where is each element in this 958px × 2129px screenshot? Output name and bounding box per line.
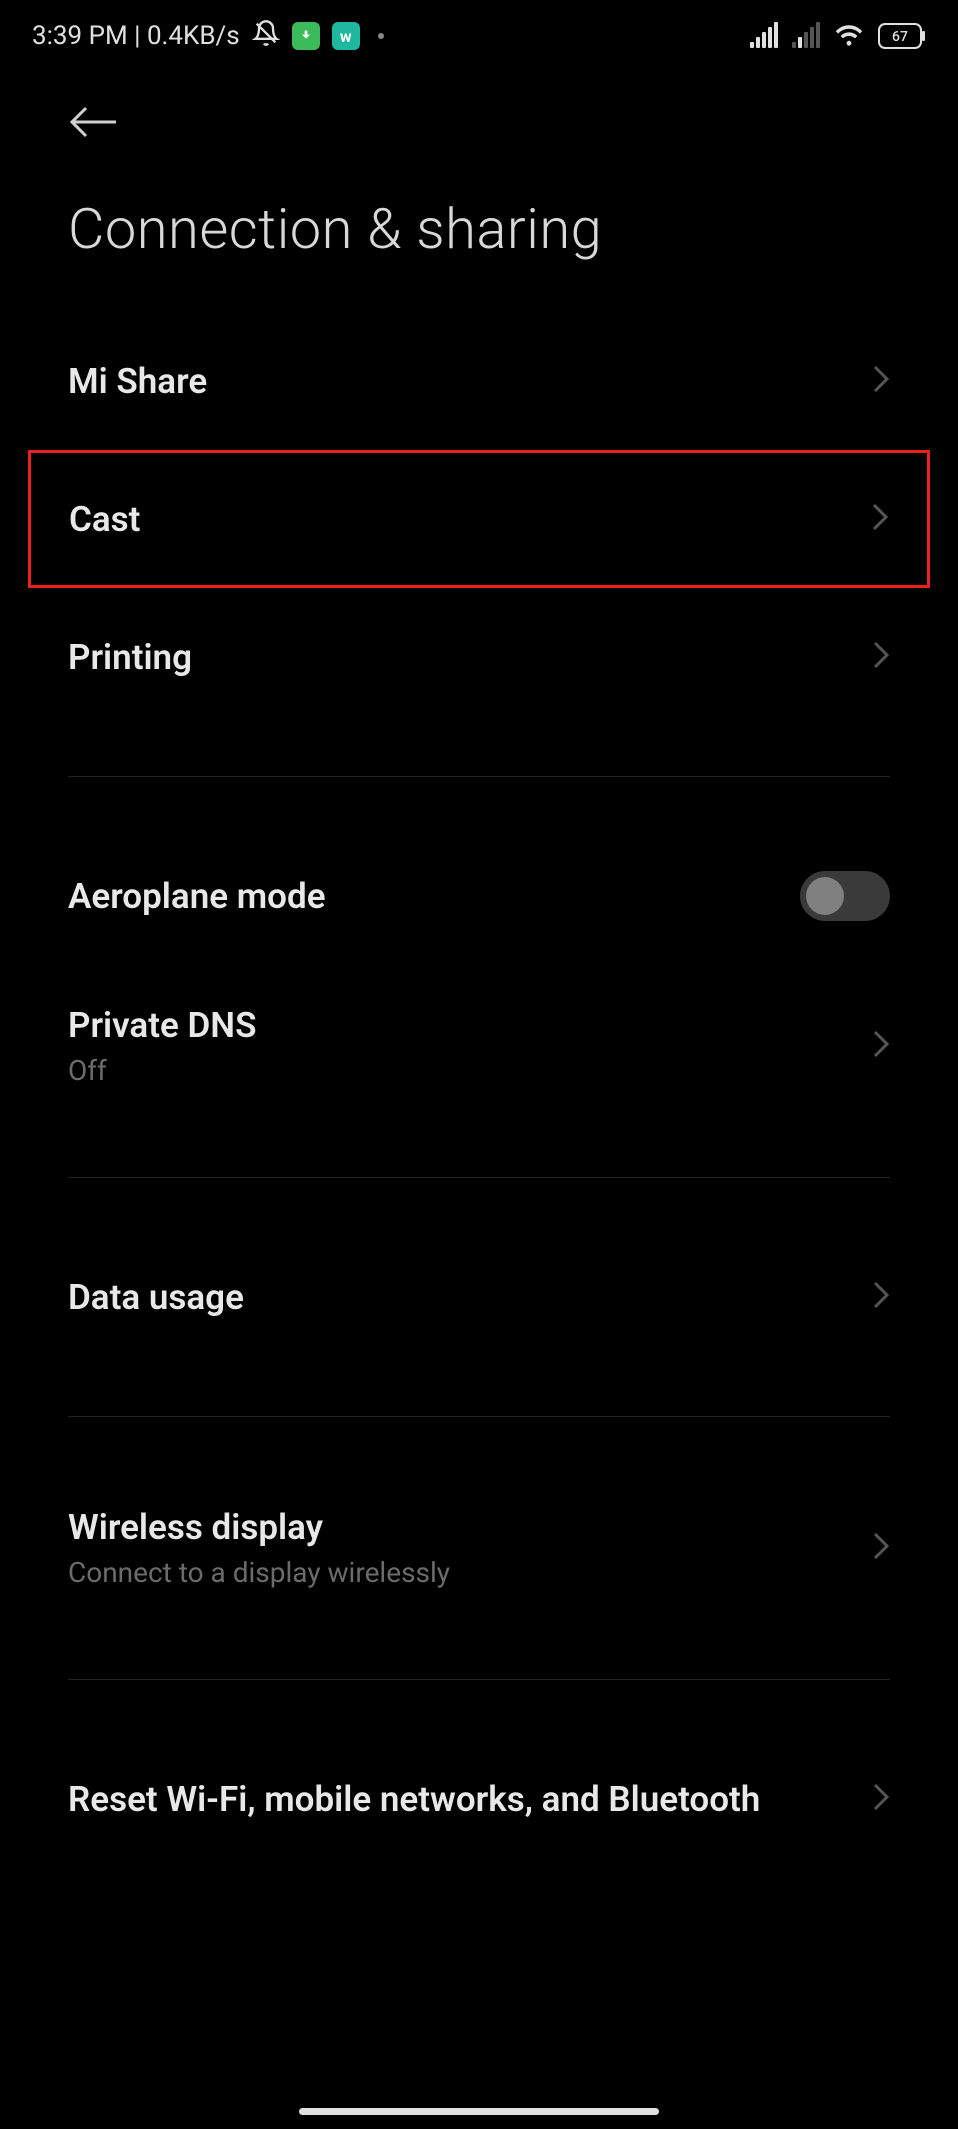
settings-list: Mi Share Cast Printing Aeroplane mode xyxy=(0,312,958,1868)
setting-description: Connect to a display wirelessly xyxy=(68,1556,450,1589)
setting-mi-share[interactable]: Mi Share xyxy=(68,312,890,450)
setting-label: Reset Wi-Fi, mobile networks, and Blueto… xyxy=(68,1779,760,1820)
chevron-right-icon xyxy=(872,1782,890,1816)
setting-label: Data usage xyxy=(68,1277,244,1318)
setting-reset-networks[interactable]: Reset Wi-Fi, mobile networks, and Blueto… xyxy=(68,1730,890,1868)
chevron-right-icon xyxy=(872,1029,890,1063)
navigation-bar-handle[interactable] xyxy=(299,2108,659,2115)
back-button[interactable] xyxy=(0,72,958,176)
setting-label: Printing xyxy=(68,637,192,678)
setting-label: Private DNS xyxy=(68,1005,256,1046)
setting-aeroplane-mode[interactable]: Aeroplane mode xyxy=(68,827,890,965)
divider xyxy=(68,1177,890,1178)
chevron-right-icon xyxy=(872,1280,890,1314)
divider xyxy=(68,776,890,777)
setting-wireless-display[interactable]: Wireless display Connect to a display wi… xyxy=(68,1467,890,1629)
mute-icon xyxy=(252,19,280,54)
setting-private-dns[interactable]: Private DNS Off xyxy=(68,965,890,1127)
battery-icon: 67 xyxy=(878,23,926,49)
status-bar: 3:39 PM | 0.4KB/s w xyxy=(0,0,958,72)
signal-sim1-icon xyxy=(750,24,778,48)
status-right: 67 xyxy=(750,23,926,49)
page-title: Connection & sharing xyxy=(0,176,958,312)
divider xyxy=(68,1416,890,1417)
chevron-right-icon xyxy=(872,1531,890,1565)
status-left: 3:39 PM | 0.4KB/s w xyxy=(32,19,384,54)
status-time: 3:39 PM | 0.4KB/s xyxy=(32,21,240,51)
setting-value: Off xyxy=(68,1054,256,1087)
setting-cast[interactable]: Cast xyxy=(28,450,930,588)
setting-label: Cast xyxy=(69,499,140,540)
signal-sim2-icon xyxy=(792,24,820,48)
more-indicator-icon xyxy=(378,33,384,39)
chevron-right-icon xyxy=(872,364,890,398)
setting-data-usage[interactable]: Data usage xyxy=(68,1228,890,1366)
download-badge-icon xyxy=(292,22,320,50)
divider xyxy=(68,1679,890,1680)
toggle-knob xyxy=(806,877,844,915)
arrow-left-icon xyxy=(68,102,120,142)
setting-label: Aeroplane mode xyxy=(68,876,326,917)
chevron-right-icon xyxy=(871,502,889,536)
chevron-right-icon xyxy=(872,640,890,674)
setting-label: Wireless display xyxy=(68,1507,450,1548)
setting-printing[interactable]: Printing xyxy=(68,588,890,726)
setting-label: Mi Share xyxy=(68,361,207,402)
wifi-icon xyxy=(834,24,864,48)
app-badge-icon: w xyxy=(332,22,360,50)
svg-text:67: 67 xyxy=(892,29,908,45)
aeroplane-mode-toggle[interactable] xyxy=(800,871,890,921)
